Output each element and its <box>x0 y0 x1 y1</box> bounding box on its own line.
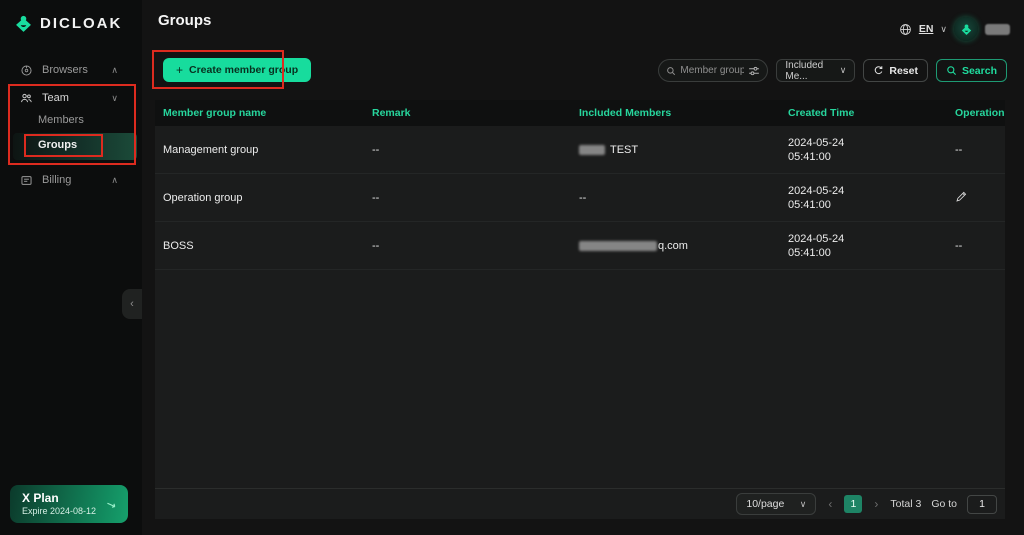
cell-remark: -- <box>364 144 571 156</box>
included-member-text: TEST <box>610 144 638 156</box>
sidebar-label-browsers: Browsers <box>42 64 88 76</box>
groups-table: Member group name Remark Included Member… <box>155 100 1005 519</box>
dicloak-mask-icon <box>13 13 34 34</box>
cell-operation: -- <box>947 240 1005 252</box>
cell-remark: -- <box>364 240 571 252</box>
billing-icon <box>20 174 33 187</box>
chevron-up-icon: ∧ <box>111 65 118 76</box>
chevron-down-icon: ∨ <box>840 65 847 76</box>
current-page-button[interactable]: 1 <box>844 495 862 513</box>
reset-icon <box>873 65 884 76</box>
search-button-label: Search <box>962 65 997 77</box>
total-count: Total 3 <box>890 498 921 510</box>
goto-page-input[interactable] <box>967 495 997 514</box>
sidebar-item-members[interactable]: Members <box>0 110 142 130</box>
search-icon <box>946 65 957 76</box>
included-members-dropdown[interactable]: Included Me... ∨ <box>776 59 855 82</box>
edit-pencil-icon[interactable] <box>955 190 968 203</box>
redacted-member <box>579 145 605 155</box>
topbar-right: EN ∨ <box>899 17 1010 41</box>
redacted-username <box>985 24 1010 35</box>
cell-operation <box>947 190 1005 206</box>
chevron-down-icon[interactable]: ∨ <box>940 24 947 35</box>
cell-created-time: 2024-05-24 05:41:00 <box>780 136 947 164</box>
sidebar-label-team: Team <box>42 92 69 104</box>
create-button-label: Create member group <box>189 64 298 76</box>
cell-group-name: Operation group <box>155 192 364 204</box>
col-created-time: Created Time <box>780 107 947 119</box>
sidebar-label-groups[interactable]: Groups <box>38 139 77 151</box>
cell-included-members: TEST <box>571 144 780 156</box>
pagination-bar: 10/page ∨ ‹ 1 › Total 3 Go to <box>155 488 1005 519</box>
cell-group-name: BOSS <box>155 240 364 252</box>
browsers-icon <box>20 64 33 77</box>
search-icon <box>666 66 676 76</box>
cell-operation: -- <box>947 144 1005 156</box>
cell-included-members: -- <box>571 192 780 204</box>
brand-name: DICLOAK <box>40 15 122 32</box>
col-member-group-name: Member group name <box>155 107 364 119</box>
prev-page-button[interactable]: ‹ <box>826 497 834 511</box>
plan-expire: Expire 2024-08-12 <box>22 505 96 517</box>
col-included-members: Included Members <box>571 107 780 119</box>
table-row[interactable]: Management group -- TEST 2024-05-24 05:4… <box>155 126 1005 174</box>
sidebar-item-billing[interactable]: Billing ∧ <box>0 170 142 190</box>
goto-label: Go to <box>931 498 957 510</box>
next-page-button[interactable]: › <box>872 497 880 511</box>
sidebar-item-team[interactable]: Team ∨ <box>0 88 142 108</box>
cell-included-members: q.com <box>571 240 780 252</box>
sidebar-collapse-handle[interactable]: ‹ <box>122 289 142 319</box>
main-area: Groups EN ∨ + Create member group Includ… <box>142 0 1024 535</box>
plan-card[interactable]: X Plan Expire 2024-08-12 <box>10 485 128 523</box>
filter-bar: Included Me... ∨ Reset Search <box>658 59 1007 82</box>
chevron-left-icon: ‹ <box>130 298 134 310</box>
reset-button-label: Reset <box>889 65 918 77</box>
search-button[interactable]: Search <box>936 59 1007 82</box>
group-name-search-input[interactable] <box>680 65 744 76</box>
cell-created-time: 2024-05-24 05:41:00 <box>780 184 947 212</box>
page-size-select[interactable]: 10/page ∨ <box>736 493 816 515</box>
group-name-search-box[interactable] <box>658 59 768 82</box>
col-operation: Operation <box>947 107 1005 119</box>
plus-icon: + <box>176 63 183 77</box>
avatar[interactable] <box>954 17 978 41</box>
chevron-down-icon: ∨ <box>800 499 807 510</box>
create-member-group-button[interactable]: + Create member group <box>163 58 311 82</box>
table-empty-area <box>155 270 1005 488</box>
filter-sliders-icon[interactable] <box>748 65 760 77</box>
table-row[interactable]: BOSS -- q.com 2024-05-24 05:41:00 -- <box>155 222 1005 270</box>
table-row[interactable]: Operation group -- -- 2024-05-24 05:41:0… <box>155 174 1005 222</box>
cell-group-name: Management group <box>155 144 364 156</box>
reset-button[interactable]: Reset <box>863 59 928 82</box>
chevron-down-icon: ∨ <box>111 93 118 104</box>
globe-icon[interactable] <box>899 23 912 36</box>
sidebar-label-billing: Billing <box>42 174 71 186</box>
sidebar-item-browsers[interactable]: Browsers ∧ <box>0 60 142 80</box>
redacted-member <box>579 241 657 251</box>
upgrade-arrow-icon <box>105 498 118 511</box>
sidebar-label-members: Members <box>38 114 84 126</box>
team-icon <box>20 92 33 105</box>
chevron-up-icon: ∧ <box>111 175 118 186</box>
dropdown-value: Included Me... <box>785 60 839 82</box>
plan-name: X Plan <box>22 491 96 505</box>
col-remark: Remark <box>364 107 571 119</box>
sidebar: DICLOAK Browsers ∧ Team ∨ Members Groups… <box>0 0 142 535</box>
page-title: Groups <box>158 12 211 29</box>
cell-created-time: 2024-05-24 05:41:00 <box>780 232 947 260</box>
cell-remark: -- <box>364 192 571 204</box>
brand-logo[interactable]: DICLOAK <box>13 13 122 34</box>
included-member-text: q.com <box>658 240 688 252</box>
language-selector[interactable]: EN <box>919 23 934 35</box>
table-header: Member group name Remark Included Member… <box>155 100 1005 126</box>
page-size-value: 10/page <box>746 498 784 510</box>
